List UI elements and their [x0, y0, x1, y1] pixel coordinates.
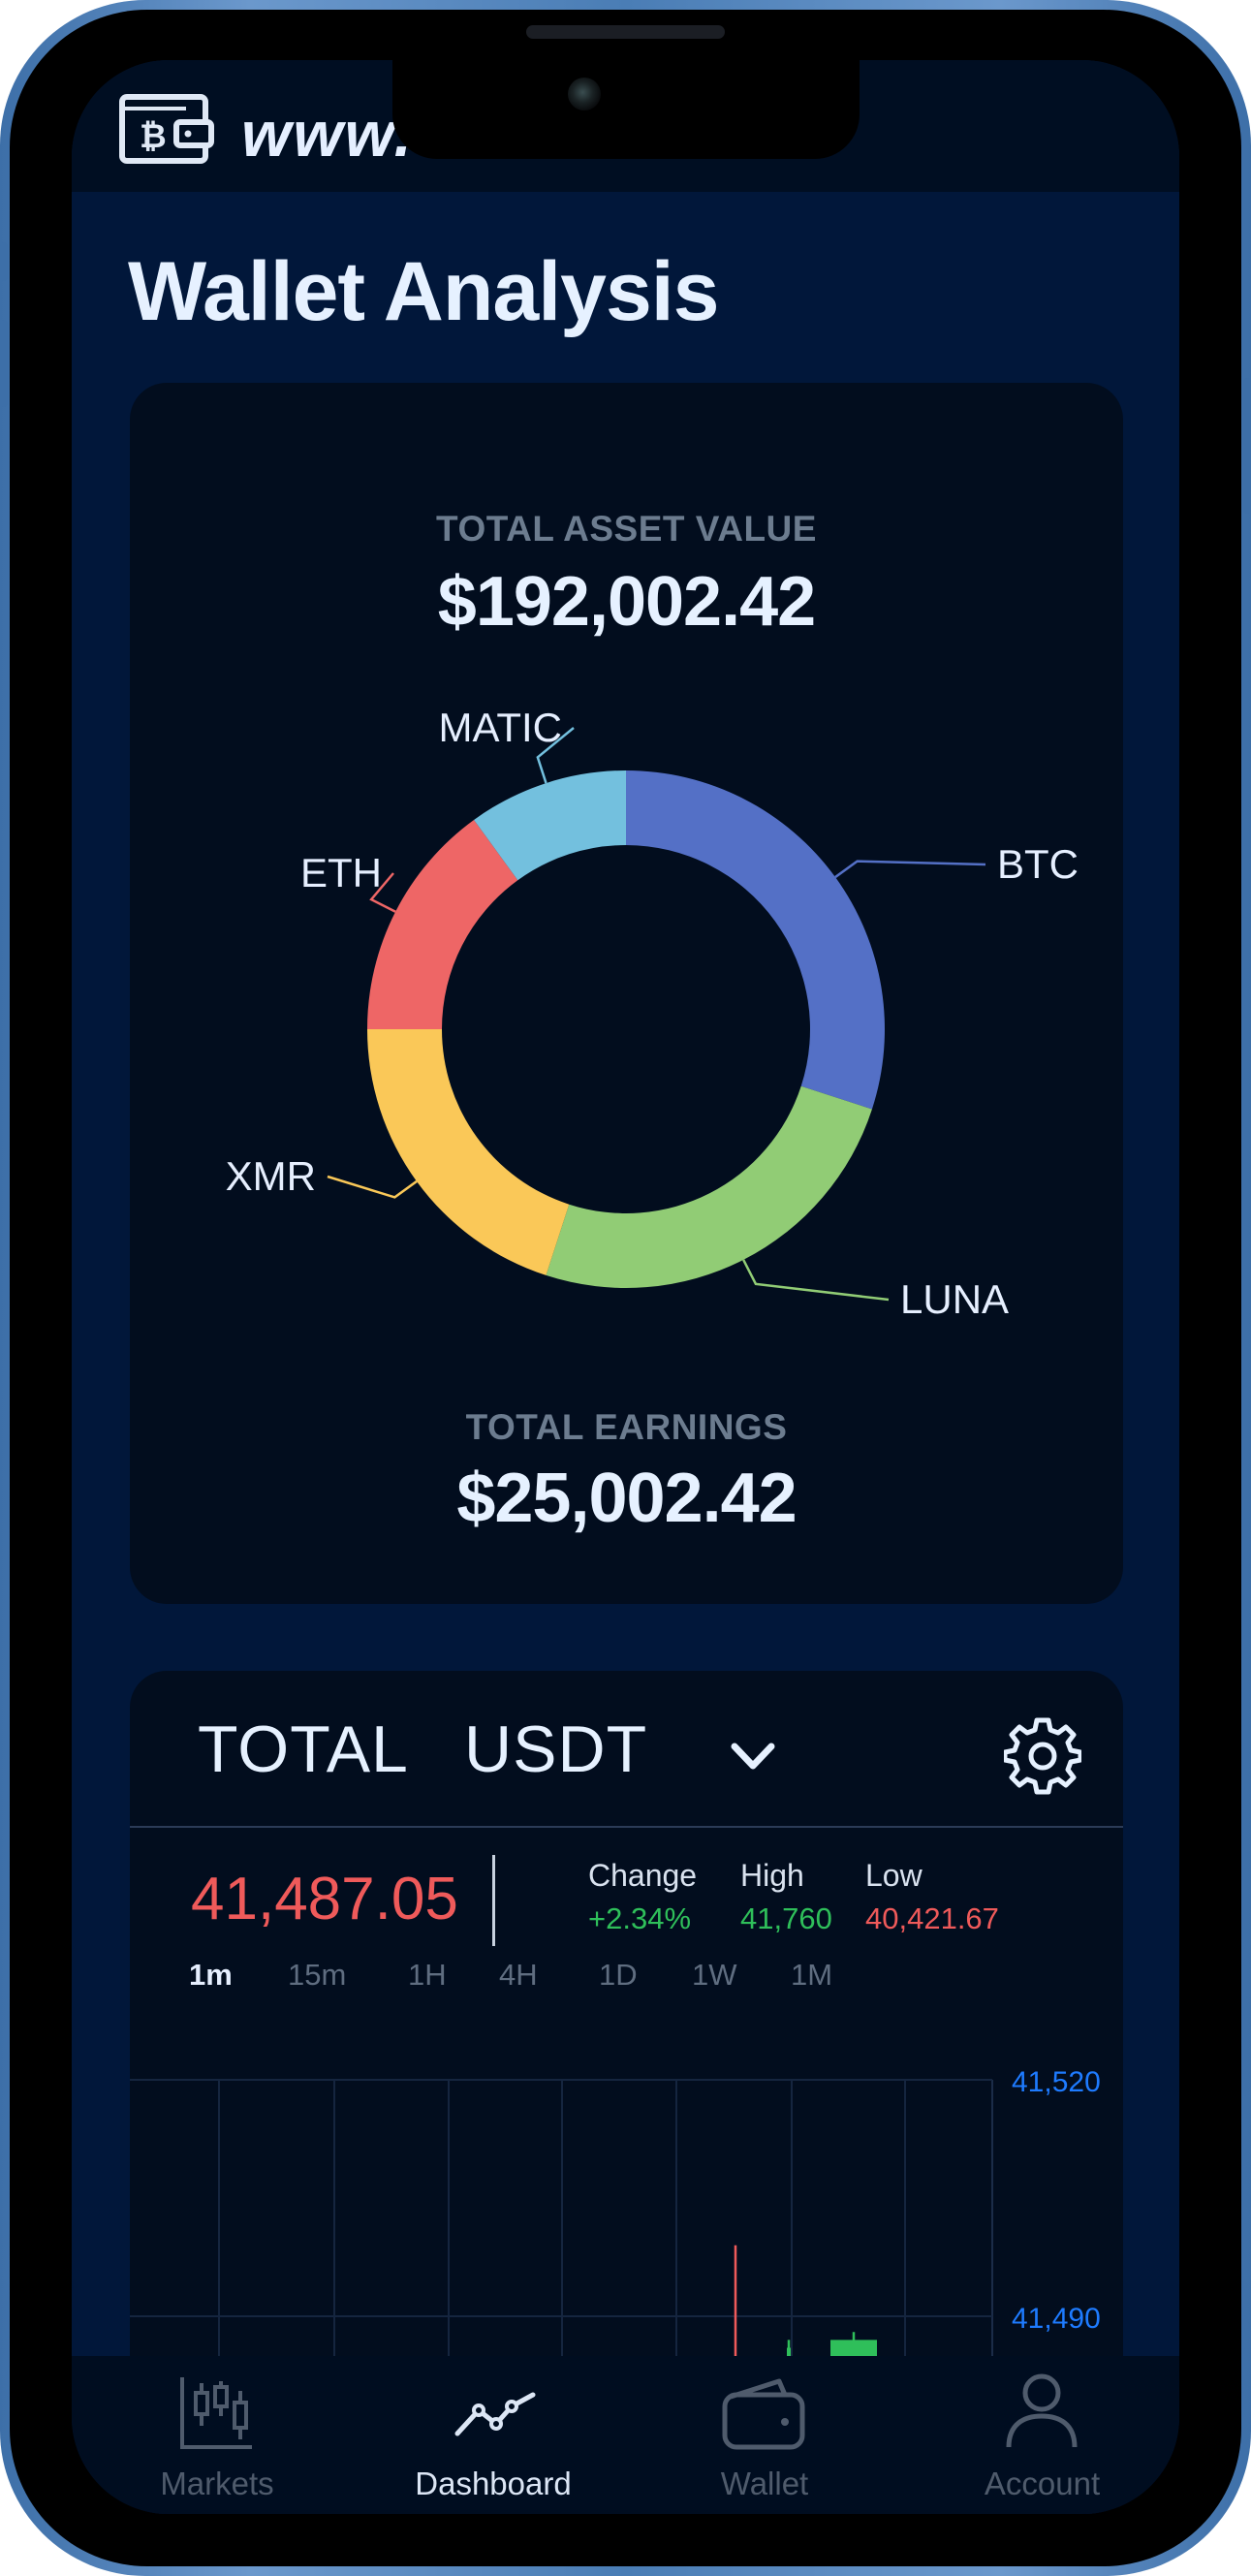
- donut-leader-luna: [742, 1259, 890, 1302]
- pair-selector[interactable]: USDT: [464, 1712, 647, 1787]
- donut-label-matic: MATIC: [438, 705, 562, 750]
- app-screen: ₿ www. Wallet Analysis TOTAL ASSET VALUE…: [72, 60, 1179, 2514]
- asset-overview-card: TOTAL ASSET VALUE $192,002.42 BTC LUNA XMR…: [130, 383, 1123, 1604]
- high-label: High: [740, 1858, 804, 1893]
- donut-label-xmr: XMR: [226, 1153, 316, 1199]
- timeframe-1w[interactable]: 1W: [692, 1958, 737, 1993]
- timeframe-1m[interactable]: 1m: [189, 1958, 233, 1993]
- high-value: 41,760: [740, 1901, 832, 1935]
- brand-text: www.: [241, 98, 414, 170]
- wallet-logo-icon[interactable]: ₿: [118, 89, 215, 167]
- low-value: 40,421.67: [865, 1901, 999, 1935]
- tab-account[interactable]: Account: [905, 2356, 1179, 2514]
- donut-leader-btc: [834, 860, 986, 879]
- donut-slice-btc[interactable]: [626, 770, 885, 1110]
- donut-leader-xmr: [327, 1175, 418, 1199]
- app-bar: ₿ www.: [72, 60, 1179, 192]
- donut-label-btc: BTC: [997, 841, 1079, 887]
- svg-text:₿: ₿: [140, 118, 167, 155]
- tab-dashboard-label: Dashboard: [415, 2466, 572, 2501]
- donut-slice-luna[interactable]: [546, 1085, 872, 1288]
- donut-slice-eth[interactable]: [367, 819, 518, 1029]
- ticker-title: TOTAL: [198, 1712, 409, 1786]
- power-button: [1243, 378, 1251, 514]
- change-value: +2.34%: [588, 1901, 692, 1935]
- change-label: Change: [588, 1858, 698, 1893]
- gear-icon[interactable]: [1004, 1717, 1081, 1795]
- donut-label-eth: ETH: [300, 850, 382, 895]
- tab-markets-label: Markets: [160, 2466, 274, 2501]
- tab-wallet-label: Wallet: [720, 2466, 809, 2501]
- volume-up-button: [0, 320, 8, 407]
- timeframe-1h[interactable]: 1H: [408, 1958, 447, 1993]
- chart-ytick-label: 41,490: [1012, 2303, 1101, 2335]
- total-earnings-value: $25,002.42: [456, 1460, 797, 1537]
- last-price: 41,487.05: [191, 1866, 458, 1932]
- line-chart-icon: [454, 2392, 536, 2436]
- tab-dashboard[interactable]: Dashboard: [362, 2356, 624, 2514]
- price-separator: [492, 1855, 495, 1946]
- timeframe-15m[interactable]: 15m: [288, 1958, 346, 1993]
- donut-slice-xmr[interactable]: [367, 1029, 570, 1275]
- candlestick-icon: [180, 2377, 252, 2449]
- chart-ytick-label: 41,520: [1012, 2066, 1101, 2098]
- chevron-down-icon[interactable]: [729, 1739, 777, 1777]
- user-icon: [1006, 2373, 1078, 2448]
- wallet-icon: [722, 2378, 805, 2450]
- tab-wallet[interactable]: Wallet: [624, 2356, 905, 2514]
- front-camera: [568, 78, 601, 110]
- low-label: Low: [865, 1858, 923, 1893]
- page-title: Wallet Analysis: [128, 245, 720, 338]
- bottom-tab-bar: Markets Dashboard Wallet Account: [72, 2356, 1179, 2514]
- timeframe-1mo[interactable]: 1M: [791, 1958, 832, 1993]
- total-earnings-label: TOTAL EARNINGS: [465, 1407, 788, 1447]
- timeframe-4h[interactable]: 4H: [499, 1958, 538, 1993]
- tab-account-label: Account: [984, 2466, 1101, 2501]
- header-divider: [130, 1826, 1123, 1828]
- donut-label-luna: LUNA: [900, 1276, 1009, 1322]
- tab-markets[interactable]: Markets: [72, 2356, 362, 2514]
- timeframe-1d[interactable]: 1D: [599, 1958, 638, 1993]
- earpiece-speaker: [526, 25, 725, 39]
- notch: [392, 60, 860, 159]
- silent-switch: [0, 242, 8, 281]
